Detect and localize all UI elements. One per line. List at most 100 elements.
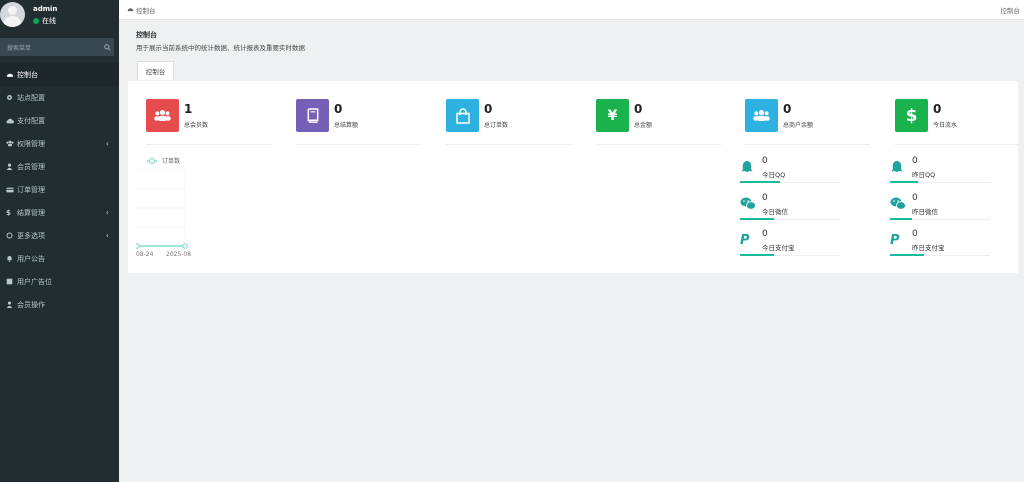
mini-stat-label: 昨日微信 bbox=[912, 208, 938, 216]
mini-stat-value: 0 bbox=[762, 156, 768, 166]
stat-total-amount: ¥ 0 总金额 bbox=[596, 99, 721, 145]
search-icon[interactable] bbox=[100, 43, 114, 51]
card-icon bbox=[6, 187, 17, 193]
sidebar-item-label: 权限管理 bbox=[17, 139, 45, 148]
sidebar-item-settlement[interactable]: $ 结算管理 ‹ bbox=[0, 201, 119, 224]
status-dot-icon bbox=[33, 18, 39, 24]
mini-stat-label: 昨日支付宝 bbox=[912, 244, 945, 252]
stat-total-settlement: 0 总结算额 bbox=[296, 99, 421, 145]
users-icon bbox=[146, 99, 179, 132]
stat-label: 总结算额 bbox=[334, 122, 359, 129]
sidebar-item-label: 用户公告 bbox=[17, 254, 45, 263]
progress-bar bbox=[890, 181, 918, 183]
dollar-icon: $ bbox=[895, 99, 928, 132]
sidebar-item-dashboard[interactable]: 控制台 bbox=[0, 63, 119, 86]
stat-label: 总商户余额 bbox=[783, 122, 814, 129]
paypal-icon: P bbox=[890, 233, 900, 248]
gear-icon bbox=[6, 94, 17, 101]
stat-merchant-balance: 0 总商户余额 bbox=[745, 99, 870, 145]
sidebar-item-member-ops[interactable]: 会员操作 bbox=[0, 293, 119, 316]
circle-icon bbox=[6, 232, 17, 239]
mini-stat-value: 0 bbox=[912, 156, 918, 166]
sidebar-item-ad-slots[interactable]: 用户广告位 bbox=[0, 270, 119, 293]
stat-value: 0 bbox=[783, 102, 792, 116]
sidebar-item-more[interactable]: 更多选项 ‹ bbox=[0, 224, 119, 247]
progress-bar bbox=[890, 254, 924, 256]
wechat-icon bbox=[890, 197, 906, 214]
chevron-left-icon: ‹ bbox=[105, 139, 109, 148]
progress-bar bbox=[740, 181, 780, 183]
dashboard-icon bbox=[127, 6, 134, 14]
sidebar-item-label: 结算管理 bbox=[17, 208, 45, 217]
tab-dashboard-right[interactable]: 控制台 bbox=[1001, 5, 1021, 15]
sidebar-search[interactable]: 搜索菜单 bbox=[0, 38, 114, 56]
legend-label: 订单数 bbox=[162, 157, 180, 165]
mini-stat-yesterday-alipay: P 0 昨日支付宝 bbox=[884, 228, 990, 265]
mini-stat-label: 今日支付宝 bbox=[762, 244, 795, 252]
breadcrumb-label: 控制台 bbox=[136, 6, 156, 15]
stat-value: 0 bbox=[634, 102, 643, 116]
stat-value: 0 bbox=[334, 102, 343, 116]
stat-label: 今日流水 bbox=[933, 122, 958, 129]
data-point bbox=[134, 243, 140, 249]
book-icon bbox=[296, 99, 329, 132]
sidebar-item-pay-config[interactable]: 支付配置 bbox=[0, 109, 119, 132]
stat-value: 1 bbox=[184, 102, 193, 116]
mini-stat-today-qq: 0 今日QQ bbox=[734, 155, 840, 192]
tab-dashboard[interactable]: 控制台 bbox=[137, 61, 174, 80]
sidebar-item-orders[interactable]: 订单管理 bbox=[0, 178, 119, 201]
user-status-text: 在线 bbox=[42, 17, 56, 25]
sidebar-item-announcements[interactable]: 用户公告 bbox=[0, 247, 119, 270]
stat-value: 0 bbox=[484, 102, 493, 116]
dollar-icon: $ bbox=[6, 208, 11, 217]
stat-label: 总会员数 bbox=[184, 122, 209, 129]
sidebar-item-members[interactable]: 会员管理 bbox=[0, 155, 119, 178]
search-input[interactable]: 搜索菜单 bbox=[7, 43, 100, 52]
progress-bar bbox=[890, 218, 912, 220]
dashboard-icon bbox=[6, 71, 17, 78]
sidebar-item-permissions[interactable]: 权限管理 ‹ bbox=[0, 132, 119, 155]
group-icon bbox=[6, 140, 17, 147]
square-icon bbox=[6, 278, 17, 285]
stat-value: 0 bbox=[933, 102, 942, 116]
paypal-icon: P bbox=[740, 233, 750, 248]
content-header: 控制台 用于展示当前系统中的统计数据、统计报表及重要实时数据 控制台 bbox=[128, 30, 1018, 80]
mini-stat-value: 0 bbox=[912, 193, 918, 203]
progress-bar bbox=[740, 254, 774, 256]
breadcrumb[interactable]: 控制台 bbox=[127, 5, 156, 15]
bell-icon bbox=[6, 255, 17, 262]
user-status: 在线 bbox=[33, 16, 56, 26]
data-point bbox=[182, 243, 188, 249]
stat-total-members: 1 总会员数 bbox=[146, 99, 271, 145]
stat-today-flow: $ 0 今日流水 bbox=[895, 99, 1020, 145]
sidebar-item-label: 会员操作 bbox=[17, 300, 45, 309]
sidebar-menu: 控制台 站点配置 支付配置 权限管理 ‹ 会员管理 订单管理 $ 结算管理 ‹ … bbox=[0, 63, 119, 316]
x-tick-label: 2025-08 bbox=[166, 251, 191, 258]
progress-bar bbox=[740, 218, 774, 220]
sidebar-item-site-config[interactable]: 站点配置 bbox=[0, 86, 119, 109]
page-description: 用于展示当前系统中的统计数据、统计报表及重要实时数据 bbox=[136, 44, 305, 52]
user-name: admin bbox=[33, 5, 58, 13]
mini-stat-label: 昨日QQ bbox=[912, 171, 936, 179]
mini-stat-label: 今日QQ bbox=[762, 171, 786, 179]
user-panel: admin 在线 bbox=[0, 0, 119, 36]
mini-stat-label: 今日微信 bbox=[762, 208, 788, 216]
user-icon bbox=[6, 163, 17, 170]
sidebar-item-label: 站点配置 bbox=[17, 93, 45, 102]
users-icon bbox=[745, 99, 778, 132]
mini-stat-yesterday-wechat: 0 昨日微信 bbox=[884, 192, 990, 229]
sidebar-item-label: 控制台 bbox=[17, 70, 38, 79]
sidebar-item-label: 订单管理 bbox=[17, 185, 45, 194]
order-chart: 订单数 08-24 2025-08 bbox=[134, 156, 196, 260]
x-tick-label: 08-24 bbox=[136, 251, 154, 258]
stat-label: 总金额 bbox=[634, 122, 653, 129]
avatar[interactable] bbox=[0, 2, 25, 27]
chevron-left-icon: ‹ bbox=[105, 208, 109, 217]
mini-stat-today-wechat: 0 今日微信 bbox=[734, 192, 840, 229]
mini-stat-today-alipay: P 0 今日支付宝 bbox=[734, 228, 840, 265]
user-lock-icon bbox=[6, 301, 17, 308]
wechat-icon bbox=[740, 197, 756, 214]
chevron-left-icon: ‹ bbox=[105, 231, 109, 240]
mini-stat-yesterday-qq: 0 昨日QQ bbox=[884, 155, 990, 192]
sidebar-item-label: 用户广告位 bbox=[17, 277, 52, 286]
